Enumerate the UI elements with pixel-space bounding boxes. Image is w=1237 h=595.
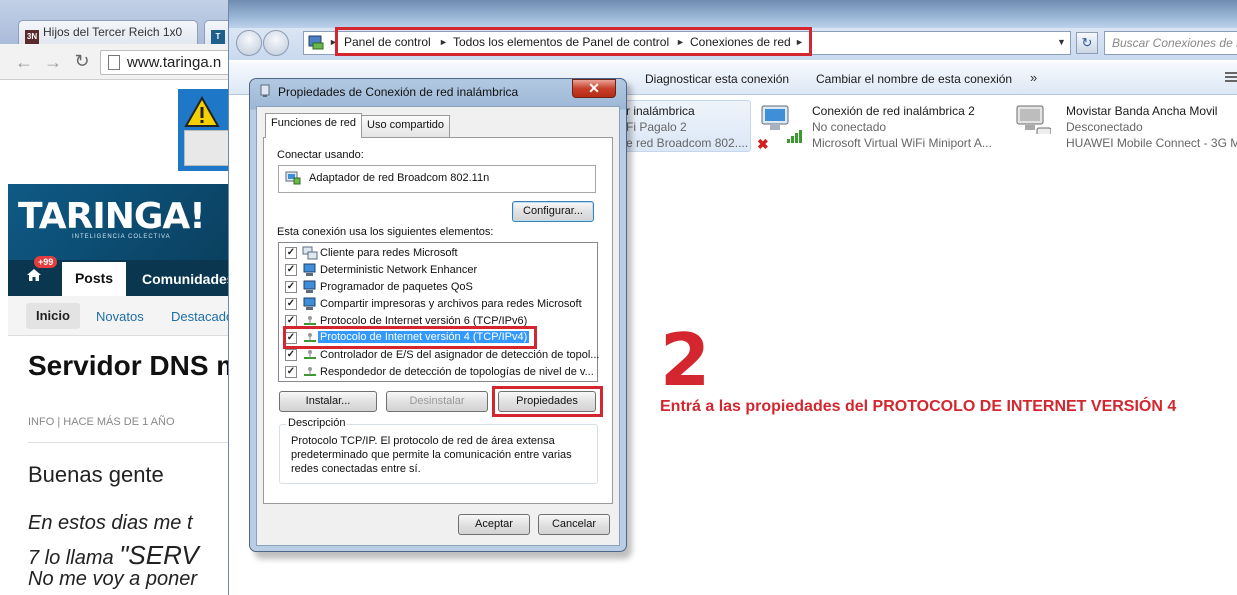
checkbox[interactable]: ✓	[285, 281, 297, 293]
taringa-logo[interactable]: TARINGA!	[18, 196, 206, 237]
explorer-back-icon[interactable]	[236, 30, 262, 56]
disconnected-x-icon: ✖	[757, 136, 769, 152]
view-options-icon[interactable]	[1225, 72, 1237, 84]
site-favicon-icon: 3N	[25, 30, 39, 44]
checkbox[interactable]: ✓	[285, 366, 297, 378]
post-line-2-text: 7 lo llama	[28, 547, 120, 569]
wifi-signal-icon	[787, 130, 802, 143]
post-line-1: En estos dias me t	[28, 512, 193, 534]
description-text: Protocolo TCP/IP. El protocolo de red de…	[291, 435, 572, 475]
notification-badge[interactable]: +99	[34, 256, 58, 268]
connection-name[interactable]: Movistar Banda Ancha Movil	[1066, 104, 1217, 118]
explorer-forward-icon[interactable]	[263, 30, 289, 56]
connection-device: e red Broadcom 802....	[626, 136, 749, 150]
home-icon[interactable]	[26, 268, 42, 282]
configure-button[interactable]: Configurar...	[512, 201, 594, 222]
protocol-icon	[304, 350, 316, 359]
client-icon	[302, 246, 318, 260]
post-line-2: 7 lo llama "SERV	[28, 540, 199, 571]
post-title: Servidor DNS m	[28, 350, 242, 381]
item-label: Deterministic Network Enhancer	[320, 264, 478, 276]
list-item[interactable]: ✓ Cliente para redes Microsoft	[283, 245, 595, 262]
checkbox[interactable]: ✓	[285, 247, 297, 259]
network-card-icon	[285, 171, 301, 185]
connection-name: r inalámbrica	[626, 104, 695, 118]
cancel-button[interactable]: Cancelar	[538, 514, 610, 535]
url-bar[interactable]: www.taringa.n	[100, 50, 240, 75]
browser-tab-1[interactable]: 3N Hijos del Tercer Reich 1x0	[18, 20, 198, 44]
subnav-inicio[interactable]: Inicio	[26, 303, 80, 329]
taringa-tagline: INTELIGENCIA COLECTIVA	[72, 234, 171, 240]
list-item[interactable]: ✓ Deterministic Network Enhancer	[283, 262, 595, 279]
network-adapter-icon	[260, 84, 270, 97]
checkbox[interactable]: ✓	[285, 298, 297, 310]
connection-status: Desconectado	[1066, 120, 1143, 134]
checkbox[interactable]: ✓	[285, 349, 297, 361]
item-label: Respondedor de detección de topologías d…	[320, 366, 594, 378]
adapter-name: Adaptador de red Broadcom 802.11n	[309, 172, 490, 184]
item-label: Programador de paquetes QoS	[320, 281, 473, 293]
install-button[interactable]: Instalar...	[279, 391, 377, 412]
post-line-3: No me voy a poner	[28, 568, 197, 590]
item-label: Compartir impresoras y archivos para red…	[320, 298, 582, 310]
post-greeting: Buenas gente	[28, 462, 164, 487]
search-input[interactable]: Buscar Conexiones de re	[1104, 31, 1237, 55]
protocol-icon	[304, 367, 316, 376]
browser-tab-title: Hijos del Tercer Reich 1x0	[43, 25, 183, 39]
list-item[interactable]: ✓ Compartir impresoras y archivos para r…	[283, 296, 595, 313]
items-label: Esta conexión usa los siguientes element…	[277, 226, 494, 238]
subnav-novatos[interactable]: Novatos	[96, 309, 144, 324]
mobile-modem-icon[interactable]	[1015, 104, 1051, 134]
forward-arrow-icon[interactable]: →	[43, 52, 63, 73]
divider	[28, 442, 240, 443]
service-icon	[303, 263, 316, 276]
tab-funciones-de-red[interactable]: Funciones de red	[265, 113, 362, 138]
checkbox[interactable]: ✓	[285, 264, 297, 276]
connection-status: No conectado	[812, 120, 887, 134]
item-label: Cliente para redes Microsoft	[320, 247, 458, 259]
page-icon	[108, 55, 120, 70]
explorer-titlebar	[229, 0, 1237, 28]
item-label: Controlador de E/S del asignador de dete…	[320, 349, 600, 361]
post-meta: INFO | HACE MÁS DE 1 AÑO	[28, 416, 175, 428]
connection-name[interactable]: Conexión de red inalámbrica 2	[812, 104, 975, 118]
connection-device: Microsoft Virtual WiFi Miniport A...	[812, 136, 992, 150]
connect-using-label: Conectar usando:	[277, 149, 364, 161]
ok-button[interactable]: Aceptar	[458, 514, 530, 535]
post-line-2-emphasis: "SERV	[119, 540, 199, 570]
connection-status: Fi Pagalo 2	[626, 120, 687, 134]
description-legend: Descripción	[286, 417, 348, 429]
warning-icon	[184, 96, 220, 127]
service-icon	[303, 297, 316, 310]
cmd-diagnosticar[interactable]: Diagnosticar esta conexión	[645, 72, 789, 86]
cmd-more-icon[interactable]: »	[1030, 70, 1037, 85]
tab-comunidades[interactable]: Comunidades	[142, 271, 235, 287]
step-instruction: Entrá a las propiedades del PROTOCOLO DE…	[660, 398, 1177, 415]
tab-posts[interactable]: Posts	[62, 262, 126, 296]
back-arrow-icon[interactable]: ←	[14, 52, 34, 73]
address-dropdown-icon[interactable]: ▼	[1057, 37, 1066, 47]
step-number: 2	[660, 318, 711, 402]
refresh-icon[interactable]: ↻	[1076, 32, 1098, 54]
close-icon[interactable]: ✕	[572, 79, 616, 98]
service-icon	[303, 280, 316, 293]
dialog-title: Propiedades de Conexión de red inalámbri…	[278, 85, 519, 99]
cmd-cambiar-nombre[interactable]: Cambiar el nombre de esta conexión	[816, 72, 1012, 86]
taringa-favicon-icon: T	[211, 30, 225, 44]
list-item[interactable]: ✓ Respondedor de detección de topologías…	[283, 364, 595, 381]
breadcrumb-highlight-box	[335, 27, 812, 56]
control-panel-icon	[308, 35, 324, 50]
uninstall-button[interactable]: Desinstalar	[386, 391, 488, 412]
reload-icon[interactable]: ↻	[72, 51, 92, 72]
tab-uso-compartido[interactable]: Uso compartido	[361, 115, 451, 137]
ipv4-highlight-box	[283, 326, 537, 349]
properties-highlight-box	[492, 386, 603, 417]
connection-device: HUAWEI Mobile Connect - 3G M	[1066, 136, 1237, 150]
list-item[interactable]: ✓ Controlador de E/S del asignador de de…	[283, 347, 599, 364]
list-item[interactable]: ✓ Programador de paquetes QoS	[283, 279, 595, 296]
